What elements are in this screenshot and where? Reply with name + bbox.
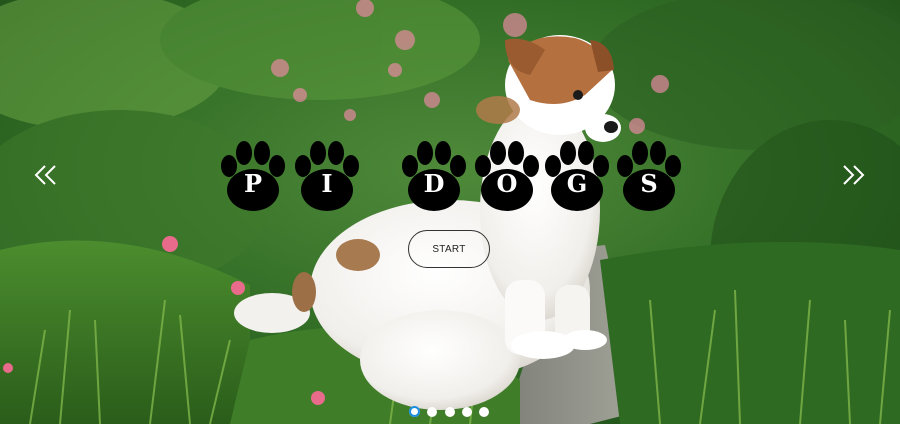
double-chevron-right-icon[interactable] bbox=[840, 163, 866, 187]
slide-dot-active[interactable] bbox=[409, 406, 420, 417]
start-button[interactable]: START bbox=[408, 230, 490, 268]
slide-dot[interactable] bbox=[427, 407, 437, 417]
slide-dot[interactable] bbox=[479, 407, 489, 417]
logo-letter: I bbox=[321, 169, 333, 198]
slide-pagination bbox=[409, 406, 499, 419]
paw-icon: I bbox=[290, 138, 364, 214]
logo-letter: P bbox=[243, 169, 263, 198]
logo-letter: S bbox=[640, 169, 658, 198]
slide-dot[interactable] bbox=[462, 407, 472, 417]
slide-dot[interactable] bbox=[445, 407, 455, 417]
logo-letter: O bbox=[496, 169, 518, 198]
paw-icon: S bbox=[612, 138, 686, 214]
hero-slider: P I D O G S START bbox=[0, 0, 900, 424]
paw-icon: P bbox=[216, 138, 290, 214]
paw-icon: O bbox=[470, 138, 544, 214]
paw-icon: G bbox=[540, 138, 614, 214]
logo-letter: G bbox=[566, 169, 588, 198]
paw-icon: D bbox=[397, 138, 471, 214]
pidogs-logo: P I D O G S bbox=[212, 138, 692, 214]
logo-letter: D bbox=[423, 169, 445, 198]
double-chevron-left-icon[interactable] bbox=[33, 163, 59, 187]
